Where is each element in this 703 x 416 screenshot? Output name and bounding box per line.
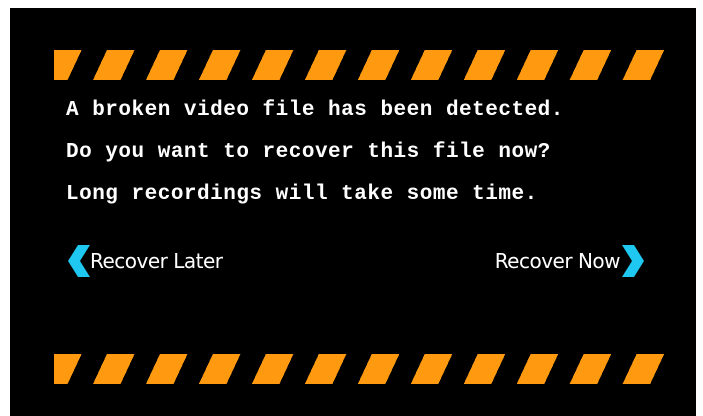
chevron-right-icon [622,245,644,277]
hazard-stripe-bottom [54,354,664,384]
recover-now-button[interactable]: Recover Now [495,244,644,278]
recover-later-button[interactable]: Recover Later [68,244,223,278]
hazard-stripe-top [54,50,664,80]
recover-now-label: Recover Now [494,249,621,273]
recovery-message: A broken video file has been detected. D… [66,90,686,216]
message-line-2: Do you want to recover this file now? [66,141,551,164]
recover-later-label: Recover Later [90,249,223,273]
message-line-3: Long recordings will take some time. [66,183,538,206]
chevron-left-icon [68,245,90,277]
recovery-dialog: A broken video file has been detected. D… [10,8,696,416]
message-line-1: A broken video file has been detected. [66,99,564,122]
